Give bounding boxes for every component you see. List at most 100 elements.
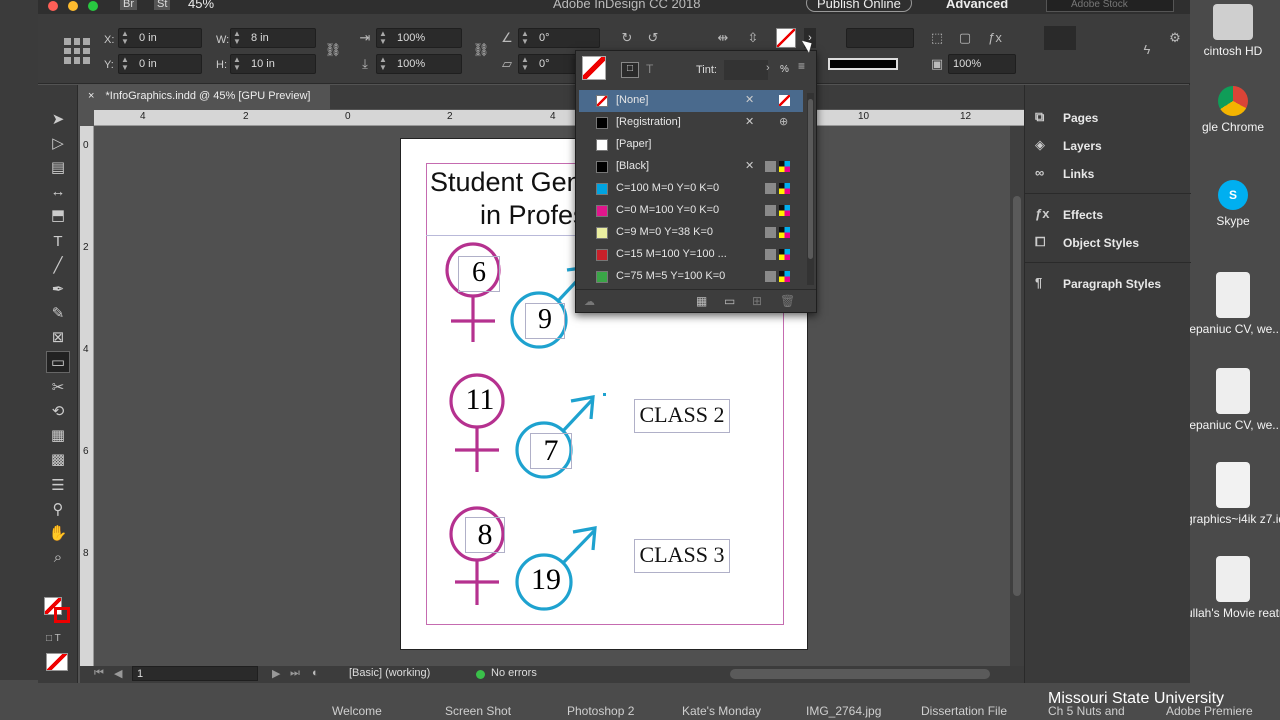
stepper-icon[interactable]: ▲ ▼ xyxy=(379,30,391,46)
scale-y-field[interactable]: ▲ ▼ 100% xyxy=(376,54,462,74)
swatch-scrollbar[interactable] xyxy=(807,93,814,285)
chrome-icon[interactable]: gle Chrome xyxy=(1186,86,1280,134)
scroll-thumb[interactable] xyxy=(1013,196,1021,596)
y-field[interactable]: ▲ ▼ 0 in xyxy=(118,54,202,74)
skype-icon[interactable]: S Skype xyxy=(1186,180,1280,228)
next-page-icon[interactable]: ▶ xyxy=(272,667,280,680)
zoom-window-button[interactable] xyxy=(88,1,98,11)
note-tool-icon[interactable]: ☰ xyxy=(46,475,70,497)
type-tool-icon[interactable]: T xyxy=(46,231,70,253)
stepper-icon[interactable]: ▲ ▼ xyxy=(521,30,533,46)
zoom-tool-icon[interactable]: ⌕ xyxy=(46,547,70,569)
new-swatch-icon[interactable]: ⊞ xyxy=(752,294,762,308)
pasteboard[interactable]: Student Gender in Professor 6 9 11 7 8 1… xyxy=(94,126,1010,666)
rectangle-tool-icon[interactable]: ▭ xyxy=(46,351,70,373)
swatch-row[interactable]: C=100 M=0 Y=0 K=0 xyxy=(579,178,803,200)
male-count-class-1[interactable]: 9 xyxy=(525,303,565,339)
class-3-label[interactable]: CLASS 3 xyxy=(634,539,730,573)
scale-x-field[interactable]: ▲ ▼ 100% xyxy=(376,28,462,48)
fill-swatch-button[interactable] xyxy=(776,28,796,48)
gradient-feather-tool-icon[interactable]: ▩ xyxy=(46,449,70,471)
swatch-row[interactable]: C=15 M=100 Y=100 ... xyxy=(579,244,803,266)
panel-links[interactable]: ∞ Links xyxy=(1025,161,1191,187)
tab-close-icon[interactable]: × xyxy=(88,90,94,102)
control-panel-settings-icon[interactable]: ⚙ xyxy=(1166,29,1184,47)
swatch-row[interactable]: [Black] ✕ xyxy=(579,156,803,178)
stepper-icon[interactable]: ▲ ▼ xyxy=(233,56,245,72)
hand-tool-icon[interactable]: ✋ xyxy=(46,523,70,545)
panel-effects[interactable]: ƒx Effects xyxy=(1025,202,1191,228)
panel-paragraph-styles[interactable]: ¶ Paragraph Styles xyxy=(1025,271,1191,297)
rectangle-frame-tool-icon[interactable]: ⊠ xyxy=(46,327,70,349)
constrain-proportions-icon[interactable]: ⛓ xyxy=(324,41,342,59)
vertical-ruler[interactable]: 0 2 4 6 8 xyxy=(80,126,94,666)
stock-button[interactable]: St xyxy=(154,0,171,10)
rotate-field[interactable]: ▲ ▼ 0° xyxy=(518,28,600,48)
height-field[interactable]: ▲ ▼ 10 in xyxy=(230,54,316,74)
page-number-field[interactable]: 1 xyxy=(132,666,258,681)
page-tool-icon[interactable]: ▤ xyxy=(46,157,70,179)
content-collector-icon[interactable]: ⬒ xyxy=(46,205,70,227)
panel-pages[interactable]: ⧉ Pages xyxy=(1025,105,1191,131)
content-fit-icon[interactable]: ▢ xyxy=(956,29,974,47)
panel-menu-icon[interactable]: ≡ xyxy=(798,59,805,73)
swatch-row[interactable]: [None] ✕ xyxy=(579,90,803,112)
swatch-row[interactable]: [Registration] ✕ ⊕ xyxy=(579,112,803,134)
zoom-level[interactable]: 45% xyxy=(188,0,214,11)
stepper-icon[interactable]: ▲ ▼ xyxy=(521,56,533,72)
flip-horizontal-icon[interactable]: ⇹ xyxy=(714,29,732,47)
reference-point-icon[interactable] xyxy=(64,38,90,64)
rotate-cw-icon[interactable]: ↻ xyxy=(618,29,636,47)
stepper-icon[interactable]: ▲ ▼ xyxy=(121,30,133,46)
format-container-icon[interactable]: □ T xyxy=(46,633,61,644)
prev-page-icon[interactable]: ◀ xyxy=(114,667,122,680)
female-count-class-2[interactable]: 11 xyxy=(458,383,502,419)
docx-icon[interactable]: tepaniuc CV, we...30, 2020 xyxy=(1186,368,1280,432)
stroke-box-icon[interactable] xyxy=(54,607,70,623)
document-style[interactable]: [Basic] (working) xyxy=(349,667,430,679)
gap-tool-icon[interactable]: ↔ xyxy=(46,181,70,203)
swatch-row[interactable]: [Paper] xyxy=(579,134,803,156)
horizontal-ruler[interactable]: 4 2 0 2 4 6 8 10 12 xyxy=(94,110,1024,126)
flip-vertical-icon[interactable]: ⇳ xyxy=(744,29,762,47)
minimize-window-button[interactable] xyxy=(68,1,78,11)
direct-selection-tool-icon[interactable]: ▷ xyxy=(46,133,70,155)
publish-online-button[interactable]: Publish Online xyxy=(806,0,912,12)
swatch-row[interactable]: C=75 M=5 Y=100 K=0 xyxy=(579,266,803,288)
scissors-tool-icon[interactable]: ✂ xyxy=(46,377,70,399)
swatch-scroll-thumb[interactable] xyxy=(808,99,813,259)
rotate-ccw-icon[interactable]: ↺ xyxy=(644,29,662,47)
bridge-button[interactable]: Br xyxy=(120,0,137,10)
close-window-button[interactable] xyxy=(48,1,58,11)
swatch-row[interactable]: C=0 M=100 Y=0 K=0 xyxy=(579,200,803,222)
constrain-scale-icon[interactable]: ⛓ xyxy=(472,41,490,59)
male-count-class-3[interactable]: 19 xyxy=(521,563,571,599)
panel-object-styles[interactable]: ⧠ Object Styles xyxy=(1025,230,1191,256)
new-color-group-icon[interactable]: ▭ xyxy=(724,294,735,308)
panel-layers[interactable]: ◈ Layers xyxy=(1025,133,1191,159)
show-swatch-kinds-icon[interactable]: ▦ xyxy=(696,294,707,308)
class-2-label[interactable]: CLASS 2 xyxy=(634,399,730,433)
document-tab[interactable]: × *InfoGraphics.indd @ 45% [GPU Preview] xyxy=(80,85,330,109)
stepper-icon[interactable]: ▲ ▼ xyxy=(233,30,245,46)
tint-field[interactable] xyxy=(724,60,768,80)
open-page-icon[interactable]: ◐ xyxy=(312,667,319,679)
line-tool-icon[interactable]: ╱ xyxy=(46,255,70,277)
first-page-icon[interactable]: ⏮ xyxy=(94,667,104,680)
pencil-tool-icon[interactable]: ✎ xyxy=(46,303,70,325)
pen-tool-icon[interactable]: ✒ xyxy=(46,279,70,301)
cc-libraries-icon[interactable]: ☁ xyxy=(584,295,595,308)
lightning-icon[interactable]: ϟ xyxy=(1138,41,1156,59)
stroke-type-dropdown[interactable] xyxy=(828,58,898,70)
female-count-class-1[interactable]: 6 xyxy=(458,256,500,292)
swatch-row[interactable]: C=9 M=0 Y=38 K=0 xyxy=(579,222,803,244)
x-field[interactable]: ▲ ▼ 0 in xyxy=(118,28,202,48)
horizontal-scroll-thumb[interactable] xyxy=(730,669,990,679)
gradient-swatch-tool-icon[interactable]: ▦ xyxy=(46,425,70,447)
tint-dropdown-icon[interactable]: › xyxy=(766,62,770,74)
hd-icon[interactable]: cintosh HD xyxy=(1186,0,1280,58)
workspace-switcher[interactable]: Advanced xyxy=(946,0,1008,11)
stock-search-input[interactable]: Adobe Stock xyxy=(1046,0,1174,12)
opacity-field[interactable]: 100% xyxy=(948,54,1016,74)
width-field[interactable]: ▲ ▼ 8 in xyxy=(230,28,316,48)
